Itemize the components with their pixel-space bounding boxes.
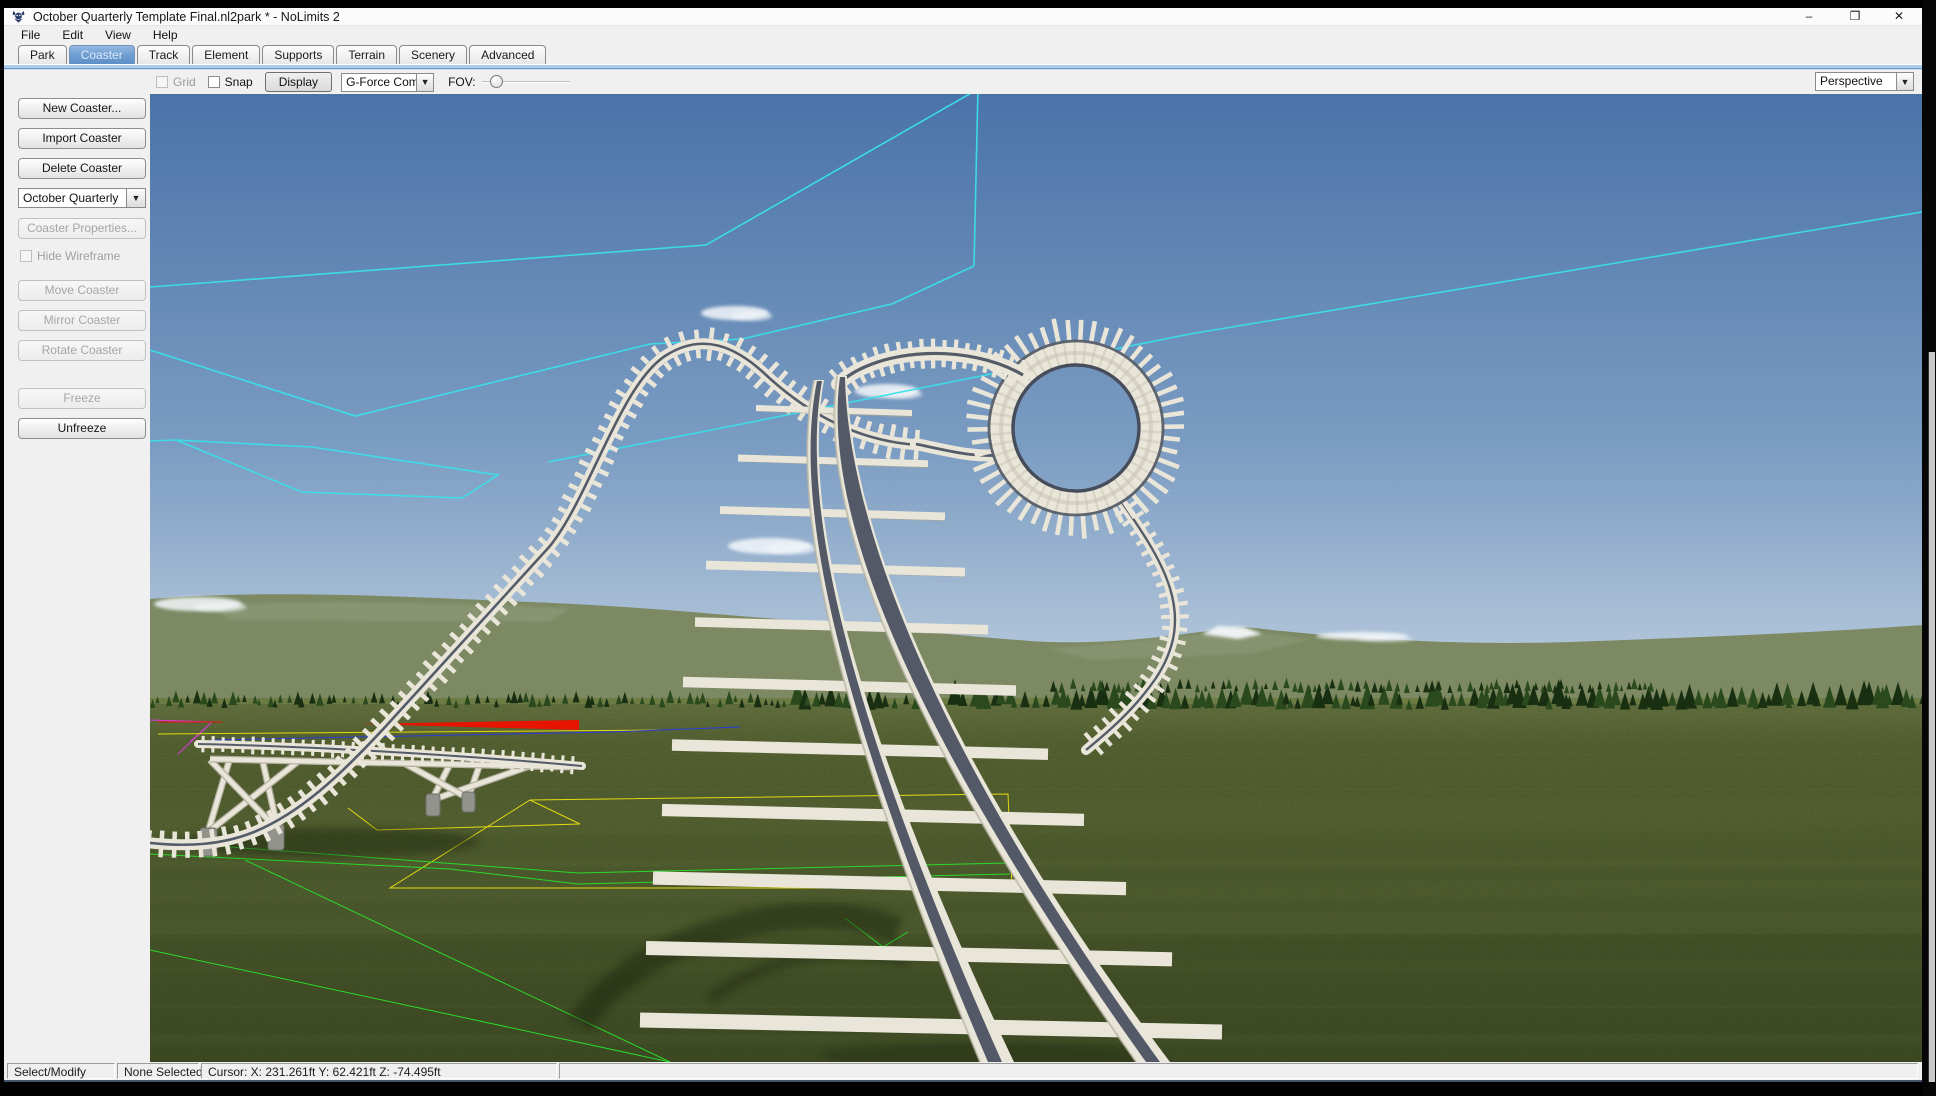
tab-track[interactable]: Track: [137, 45, 191, 64]
status-selection: None Selected: [117, 1063, 199, 1079]
status-spare: [559, 1063, 1918, 1079]
app-icon: [12, 10, 25, 23]
view-mode-select[interactable]: Perspective ▼: [1815, 72, 1914, 91]
coaster-select-value: October Quarterly: [19, 189, 126, 207]
grid-checkbox[interactable]: Grid: [156, 75, 196, 89]
checkbox-icon: [156, 76, 168, 88]
menu-edit[interactable]: Edit: [51, 26, 94, 44]
restore-button[interactable]: ❐: [1842, 8, 1868, 26]
snap-checkbox[interactable]: Snap: [208, 75, 253, 89]
menu-help[interactable]: Help: [142, 26, 189, 44]
display-mode-select[interactable]: G-Force Comb ▼: [341, 73, 434, 92]
chevron-down-icon[interactable]: ▼: [126, 189, 145, 207]
fov-label: FOV:: [448, 75, 476, 89]
coaster-select[interactable]: October Quarterly ▼: [18, 188, 146, 208]
menu-bar: File Edit View Help: [4, 26, 1922, 44]
status-cursor: Cursor: X: 231.261ft Y: 62.421ft Z: -74.…: [201, 1063, 557, 1079]
slider-thumb[interactable]: [490, 75, 503, 88]
move-coaster-button[interactable]: Move Coaster: [18, 280, 146, 301]
window-border: [0, 0, 4, 1096]
status-bar: Select/Modify None Selected Cursor: X: 2…: [4, 1062, 1922, 1080]
tab-element[interactable]: Element: [192, 45, 260, 64]
background-window-sliver: [1928, 352, 1935, 1082]
menu-view[interactable]: View: [94, 26, 142, 44]
minimize-button[interactable]: –: [1796, 8, 1822, 26]
tab-park[interactable]: Park: [18, 45, 67, 64]
display-mode-value: G-Force Comb: [342, 74, 416, 91]
coaster-properties-button[interactable]: Coaster Properties...: [18, 218, 146, 239]
display-button[interactable]: Display: [265, 72, 332, 92]
chevron-down-icon[interactable]: ▼: [1896, 73, 1913, 90]
tab-bar: Park Coaster Track Element Supports Terr…: [4, 44, 1922, 64]
viewport-3d[interactable]: [150, 94, 1922, 1062]
title-bar[interactable]: October Quarterly Template Final.nl2park…: [4, 8, 1922, 26]
freeze-button[interactable]: Freeze: [18, 388, 146, 409]
window-border: [0, 0, 1936, 8]
tab-scenery[interactable]: Scenery: [399, 45, 467, 64]
hide-wireframe-label: Hide Wireframe: [37, 249, 120, 263]
checkbox-icon: [208, 76, 220, 88]
close-button[interactable]: ✕: [1886, 8, 1912, 26]
checkbox-icon: [20, 250, 32, 262]
new-coaster-button[interactable]: New Coaster...: [18, 98, 146, 119]
grid-label: Grid: [173, 75, 196, 89]
view-mode-value: Perspective: [1816, 73, 1896, 90]
toolbar: Grid Snap Display G-Force Comb ▼ FOV: Pe…: [4, 70, 1922, 94]
tab-supports[interactable]: Supports: [262, 45, 334, 64]
coaster-sidebar: New Coaster... Import Coaster Delete Coa…: [4, 94, 150, 1062]
tab-coaster[interactable]: Coaster: [69, 45, 135, 64]
mirror-coaster-button[interactable]: Mirror Coaster: [18, 310, 146, 331]
window-border: [0, 1082, 1936, 1096]
rotate-coaster-button[interactable]: Rotate Coaster: [18, 340, 146, 361]
fov-slider[interactable]: [482, 74, 570, 90]
import-coaster-button[interactable]: Import Coaster: [18, 128, 146, 149]
snap-label: Snap: [225, 75, 253, 89]
window-title: October Quarterly Template Final.nl2park…: [33, 10, 340, 24]
chevron-down-icon[interactable]: ▼: [416, 74, 433, 91]
menu-file[interactable]: File: [10, 26, 51, 44]
tab-terrain[interactable]: Terrain: [336, 45, 397, 64]
tab-advanced[interactable]: Advanced: [469, 45, 546, 64]
status-mode: Select/Modify: [7, 1063, 115, 1079]
hide-wireframe-checkbox[interactable]: Hide Wireframe: [20, 249, 120, 263]
nolimits2-window: { "window": { "title": "October Quarterl…: [0, 0, 1936, 1096]
delete-coaster-button[interactable]: Delete Coaster: [18, 158, 146, 179]
unfreeze-button[interactable]: Unfreeze: [18, 418, 146, 439]
